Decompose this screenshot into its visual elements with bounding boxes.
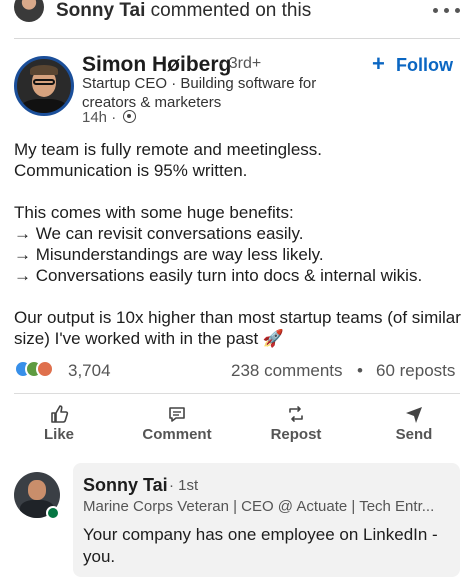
send-icon bbox=[406, 407, 422, 423]
plus-icon: + bbox=[372, 51, 385, 76]
activity-text: Sonny Tai commented on this bbox=[56, 0, 311, 22]
follow-label: Follow bbox=[396, 55, 453, 75]
post-time: 14h · bbox=[82, 109, 117, 126]
activity-action: commented on this bbox=[150, 0, 312, 21]
reaction-count[interactable]: 3,704 bbox=[68, 361, 111, 381]
post-line: → Misunderstandings are way less likely. bbox=[14, 245, 324, 264]
post-text: My team is fully remote and meetingless.… bbox=[14, 139, 464, 349]
post-line: My team is fully remote and meetingless. bbox=[14, 140, 323, 159]
comment-item: Sonny Tai · 1st Marine Corps Veteran | C… bbox=[0, 458, 474, 579]
love-reaction-icon bbox=[36, 360, 54, 378]
repost-label: Repost bbox=[270, 426, 322, 443]
repost-icon bbox=[289, 406, 303, 422]
post-line: → We can revisit conversations easily. bbox=[14, 224, 304, 243]
post-line: Communication is 95% written. bbox=[14, 161, 248, 180]
send-label: Send bbox=[395, 426, 433, 443]
repost-count[interactable]: 60 reposts bbox=[376, 361, 455, 381]
author-headline: Startup CEO · Building software for crea… bbox=[82, 75, 317, 111]
thumbs-up-icon bbox=[51, 405, 69, 423]
more-options-icon[interactable] bbox=[431, 2, 463, 18]
divider bbox=[14, 38, 460, 39]
comment-bubble[interactable]: Sonny Tai · 1st Marine Corps Veteran | C… bbox=[73, 463, 460, 577]
commenter-degree: · 1st bbox=[169, 477, 199, 494]
comment-button[interactable]: Comment bbox=[127, 402, 227, 448]
reactions-icons[interactable] bbox=[14, 360, 64, 380]
divider bbox=[14, 393, 460, 394]
send-button[interactable]: Send bbox=[364, 402, 464, 448]
activity-header: Sonny Tai commented on this bbox=[0, 0, 474, 30]
globe-icon bbox=[123, 110, 136, 123]
social-counts: 3,704 238 comments • 60 reposts bbox=[0, 360, 474, 382]
comment-count[interactable]: 238 comments bbox=[231, 361, 343, 381]
comment-text: Your company has one employee on LinkedI… bbox=[83, 525, 438, 566]
commenter-headline: Marine Corps Veteran | CEO @ Actuate | T… bbox=[83, 498, 435, 515]
connection-degree: · 3rd+ bbox=[219, 55, 262, 72]
author-avatar[interactable] bbox=[14, 56, 74, 116]
post-line: → Conversations easily turn into docs & … bbox=[14, 266, 423, 285]
commenter-name[interactable]: Sonny Tai bbox=[83, 475, 168, 496]
post-line: Our output is 10x higher than most start… bbox=[14, 308, 461, 348]
activity-actor[interactable]: Sonny Tai bbox=[56, 0, 145, 21]
post-line: This comes with some huge benefits: bbox=[14, 203, 294, 222]
like-button[interactable]: Like bbox=[9, 402, 109, 448]
like-label: Like bbox=[43, 426, 74, 443]
separator: • bbox=[357, 361, 363, 380]
comment-label: Comment bbox=[142, 426, 212, 443]
actor-avatar[interactable] bbox=[14, 0, 44, 22]
action-bar: Like Comment Repost Send bbox=[0, 402, 474, 448]
online-status-icon bbox=[46, 506, 60, 520]
repost-button[interactable]: Repost bbox=[246, 402, 346, 448]
comment-icon bbox=[169, 407, 185, 422]
